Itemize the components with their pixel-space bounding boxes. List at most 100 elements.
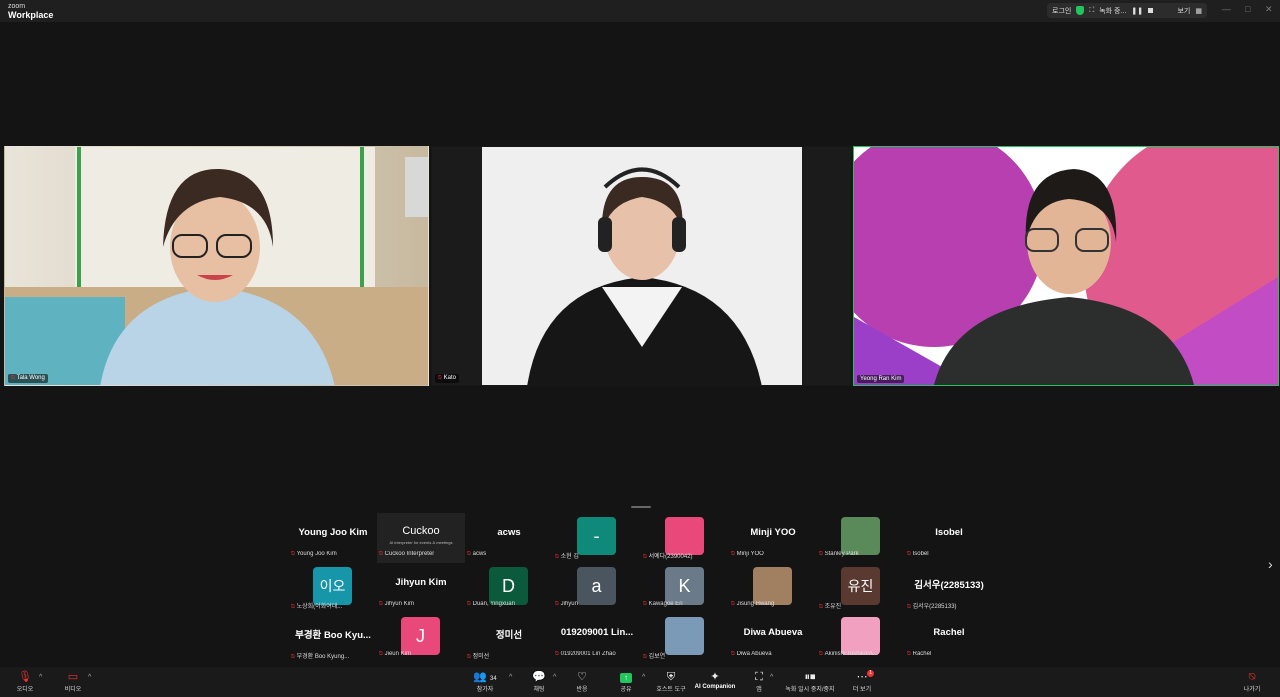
- participant-name-tag: ⍉ 정미선: [467, 651, 489, 661]
- gallery-participant-19[interactable]: 정미선 ⍉ 정미선: [465, 613, 553, 663]
- participant-name-tag: ⍉ Rachel: [907, 651, 931, 658]
- gallery-participant-4[interactable]: - ⍉ 소현 김: [553, 513, 641, 563]
- mic-muted-icon: ⍉: [555, 651, 559, 657]
- stop-icon[interactable]: [1148, 8, 1154, 13]
- participant-name: Stanley Park: [824, 551, 859, 557]
- mic-muted-icon: ⍉: [438, 375, 442, 381]
- participant-name: 노상희(이화여대...: [296, 604, 343, 610]
- encryption-shield-icon[interactable]: [1076, 6, 1085, 15]
- participant-name: 소현 김: [560, 554, 579, 560]
- mic-muted-icon: ⍉: [907, 604, 911, 610]
- participant-name-tag: ⍉ Jihyun Kim: [379, 601, 414, 608]
- participant-name-tag: ⍉ Duan, Yingxuan: [467, 601, 515, 608]
- minimize-icon[interactable]: —: [1222, 4, 1231, 14]
- mic-muted-icon: ⍉: [467, 551, 471, 557]
- gallery-participant-10[interactable]: Jihyun Kim ⍉ Jihyun Kim: [377, 563, 465, 613]
- close-icon[interactable]: ✕: [1265, 4, 1273, 15]
- title-bar: zoom Workplace 로그인 ⛶ 녹화 중... ❚❚ 보기 ▦ — □…: [0, 0, 1280, 22]
- participant-name: 부경환 Boo Kyung...: [296, 654, 350, 660]
- participant-display-name: 019209001 Lin...: [560, 627, 634, 638]
- meeting-toolbar: 🎙 오디오 ^ ▭ 비디오 ^ 👥 34 참가자 ^ 💬 채팅 ^ ♡ 반응 ↑ 공유 ^ …: [0, 667, 1280, 697]
- video-options-caret-icon[interactable]: ^: [88, 674, 91, 681]
- mic-muted-icon: ⍉: [819, 651, 823, 657]
- participant-display-name: Isobel: [935, 527, 963, 538]
- gallery-participant-12[interactable]: a ⍉ Jihyun: [553, 563, 641, 613]
- video-tile-1[interactable]: ⍉ Tala Wong: [4, 146, 429, 386]
- participant-name: 서예다(2390042): [648, 554, 693, 560]
- participant-name-tag: ⍉ Jihyun: [555, 601, 578, 608]
- mic-muted-icon: ⍉: [555, 601, 559, 607]
- participant-name-tag: ⍉ 노상희(이화여대...: [291, 601, 342, 611]
- zoom-logo: zoom Workplace: [8, 2, 53, 20]
- pause-icon[interactable]: ❚❚: [1131, 7, 1143, 15]
- gallery-participant-21[interactable]: ⍉ 김보연: [641, 613, 729, 663]
- gallery-participant-20[interactable]: 019209001 Lin... ⍉ 019209001 Lin Zhao: [553, 613, 641, 663]
- gallery-participant-17[interactable]: 부경환 Boo Kyu... ⍉ 부경환 Boo Kyung...: [289, 613, 377, 663]
- recording-control-button[interactable]: ⏸⏹ 녹화 일시 중지/중지: [778, 670, 842, 693]
- view-button[interactable]: 보기: [1177, 6, 1190, 16]
- participant-name-tag: ⍉ 부경환 Boo Kyung...: [291, 651, 349, 661]
- video-tile-3-active-speaker[interactable]: Yeong Ran Kim: [853, 146, 1279, 386]
- participant-name-tag: ⍉ 조유진: [819, 601, 841, 611]
- mic-muted-icon: ⍉: [731, 651, 735, 657]
- participant-name-tag: ⍉ 소현 김: [555, 551, 579, 561]
- participant-display-name: Cuckoo: [402, 525, 440, 537]
- layout-icon[interactable]: ⛶: [1089, 7, 1094, 15]
- video-tile-2[interactable]: ⍉ Kato: [431, 146, 852, 386]
- participant-name-tag: ⍉ Stanley Park: [819, 551, 859, 558]
- participant-name-tag: ⍉ Diwa Abueva: [731, 651, 772, 658]
- gallery-participant-14[interactable]: ⍉ Jisung Hwang: [729, 563, 817, 613]
- participant-name: Duan, Yingxuan: [472, 601, 515, 607]
- gallery-participant-8[interactable]: Isobel ⍉ Isobel: [905, 513, 993, 563]
- mic-muted-icon: ⍉: [379, 651, 383, 657]
- gallery-participant-7[interactable]: ⍉ Stanley Park: [817, 513, 905, 563]
- participant-video: [5, 147, 428, 385]
- gallery-participant-13[interactable]: K ⍉ Kawagoe Eri: [641, 563, 729, 613]
- gallery-participant-11[interactable]: D ⍉ Duan, Yingxuan: [465, 563, 553, 613]
- gallery-participant-6[interactable]: Minji YOO ⍉ Minji YOO: [729, 513, 817, 563]
- participant-subtitle: AI interpreter for events & meetings: [389, 540, 453, 545]
- more-button[interactable]: ⋯ 더 보기: [834, 670, 890, 693]
- participants-button[interactable]: 👥 34 참가자: [457, 670, 513, 693]
- participant-name-tag: ⍉ Isobel: [907, 551, 929, 558]
- participant-name: acws: [472, 551, 487, 557]
- more-notification-badge: 1: [867, 670, 874, 677]
- leave-button[interactable]: ⍉ 나가기: [1224, 670, 1280, 693]
- gallery-participant-3[interactable]: acws ⍉ acws: [465, 513, 553, 563]
- gallery-participant-24[interactable]: Rachel ⍉ Rachel: [905, 613, 993, 663]
- participant-name-tag: ⍉ Kawagoe Eri: [643, 601, 683, 608]
- leave-icon: ⍉: [1248, 671, 1256, 683]
- gallery-participant-16[interactable]: 김서우(2285133) ⍉ 김서우(2285133): [905, 563, 993, 613]
- participant-name: Jieun Kim: [384, 651, 411, 657]
- participant-video: [432, 147, 851, 385]
- participant-name-tag: ⍉ 서예다(2390042): [643, 551, 693, 561]
- participant-name: Young Joo Kim: [296, 551, 337, 557]
- audio-options-caret-icon[interactable]: ^: [39, 674, 42, 681]
- gallery-participant-15[interactable]: 유진 ⍉ 조유진: [817, 563, 905, 613]
- gallery-participant-5[interactable]: ⍉ 서예다(2390042): [641, 513, 729, 563]
- gallery-participant-18[interactable]: J ⍉ Jieun Kim: [377, 613, 465, 663]
- participant-display-name: acws: [497, 527, 521, 538]
- participant-name-tag: ⍉ acws: [467, 551, 486, 558]
- grid-icon[interactable]: ▦: [1195, 7, 1202, 15]
- next-page-chevron-icon[interactable]: ›: [1268, 556, 1273, 572]
- video-button[interactable]: ▭ 비디오: [45, 670, 101, 693]
- participant-avatar: 유진: [841, 567, 880, 605]
- gallery-participant-1[interactable]: Young Joo Kim ⍉ Young Joo Kim: [289, 513, 377, 563]
- panel-resize-handle[interactable]: [631, 506, 651, 508]
- login-button[interactable]: 로그인: [1052, 6, 1071, 16]
- gallery-participant-9[interactable]: 이오 ⍉ 노상희(이화여대...: [289, 563, 377, 613]
- maximize-icon[interactable]: □: [1245, 4, 1250, 14]
- gallery-participant-2[interactable]: Cuckoo AI interpreter for events & meetin…: [377, 513, 465, 563]
- participant-display-name: Jihyun Kim: [395, 577, 447, 588]
- recording-status[interactable]: 녹화 중...: [1099, 6, 1126, 16]
- participant-display-name: Young Joo Kim: [298, 527, 368, 538]
- gallery-participant-22[interactable]: Diwa Abueva ⍉ Diwa Abueva: [729, 613, 817, 663]
- participant-display-name: Rachel: [933, 627, 965, 638]
- mic-muted-icon: ⍉: [731, 551, 735, 557]
- participant-name: 김보연: [648, 654, 666, 660]
- apps-caret-icon[interactable]: ^: [770, 674, 773, 681]
- gallery-participant-23[interactable]: ⍉ Akinishi Toshiko/A...: [817, 613, 905, 663]
- mic-muted-icon: ⍉: [379, 551, 383, 557]
- participant-avatar: -: [577, 517, 616, 555]
